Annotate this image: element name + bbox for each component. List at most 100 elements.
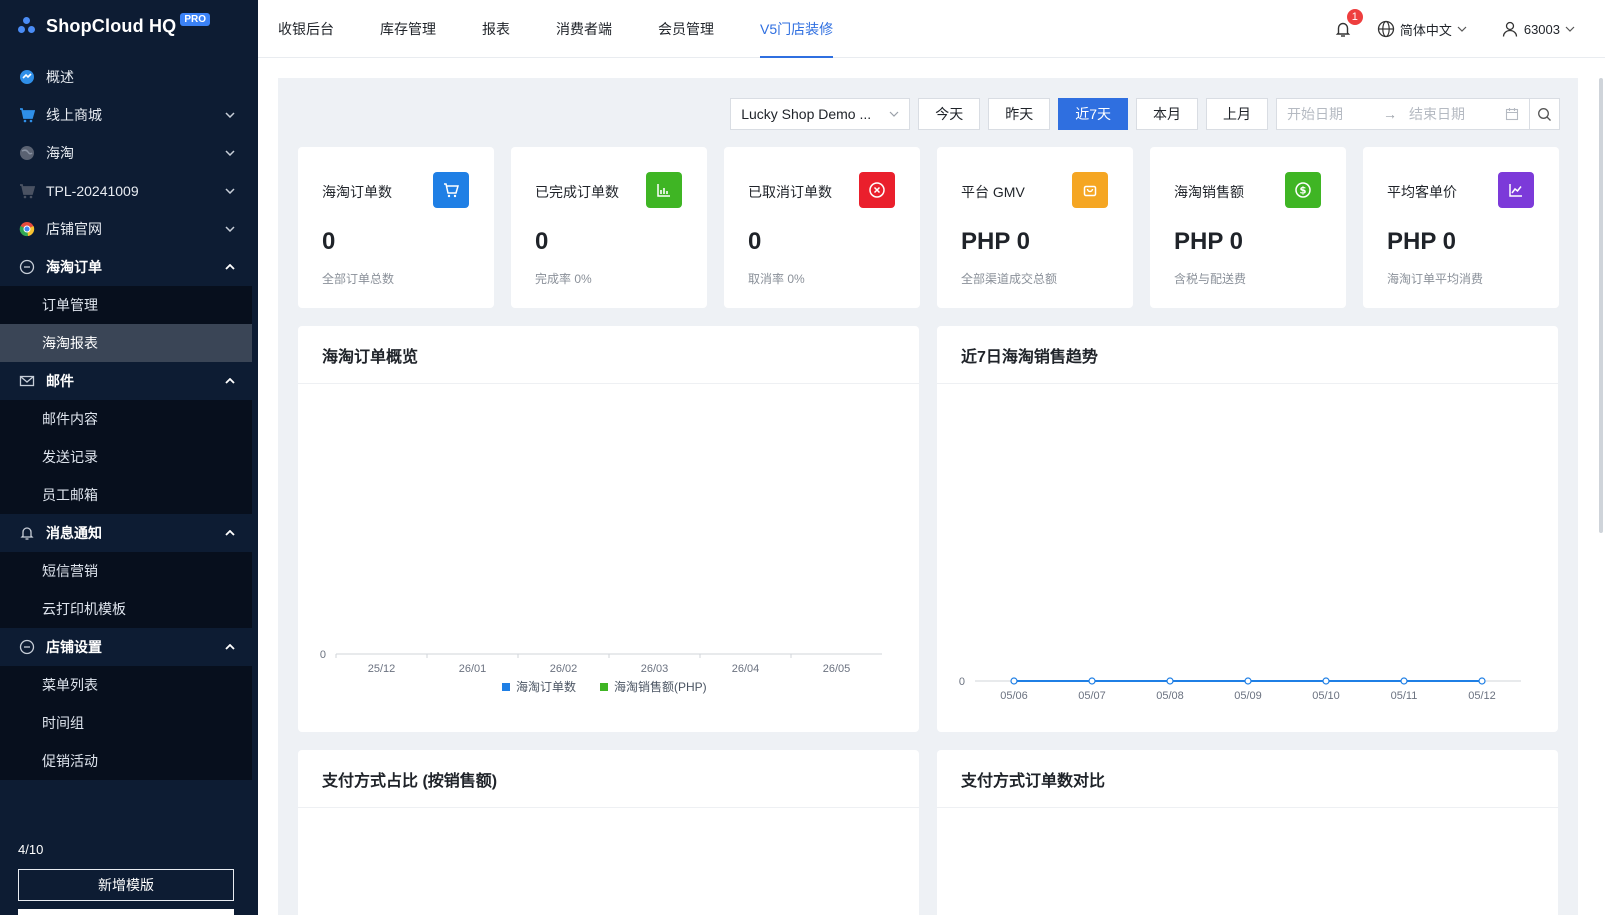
submenu-mail: 邮件内容 发送记录 员工邮箱	[0, 400, 252, 514]
sidebar-item-label: 店铺设置	[46, 639, 102, 655]
panel-title: 支付方式订单数对比	[937, 750, 1558, 808]
tab-store-decoration[interactable]: V5门店装修	[760, 0, 856, 58]
sidebar-subitem-send-records[interactable]: 发送记录	[0, 438, 252, 476]
submenu-notifications: 短信营销 云打印机模板	[0, 552, 252, 628]
pro-badge: PRO	[180, 12, 211, 26]
sidebar-item-label: 概述	[46, 69, 74, 85]
sidebar-item-website[interactable]: 店铺官网	[0, 210, 258, 248]
bag-icon	[1072, 172, 1108, 208]
sidebar-item-label: 消息通知	[46, 525, 102, 541]
x-tick-label: 05/07	[1078, 690, 1106, 702]
sidebar-subitem-order-management[interactable]: 订单管理	[0, 286, 252, 324]
tab-cashier[interactable]: 收银后台	[278, 0, 357, 58]
sidebar-item-tpl[interactable]: TPL-20241009	[0, 172, 258, 210]
sidebar-item-overview[interactable]: 概述	[0, 58, 258, 96]
language-selector[interactable]: 简体中文	[1377, 20, 1467, 39]
sidebar-subitem-sms-marketing[interactable]: 短信营销	[0, 552, 252, 590]
sidebar-item-online-mall[interactable]: 线上商城	[0, 96, 258, 134]
minus-circle-icon	[18, 638, 36, 656]
submenu-haitao-orders: 订单管理 海淘报表	[0, 286, 252, 362]
panel-title: 近7日海淘销售趋势	[937, 326, 1558, 384]
chevron-up-icon	[224, 261, 236, 273]
x-tick-label: 26/05	[823, 663, 851, 675]
panel-title: 支付方式占比 (按销售额)	[298, 750, 919, 808]
orders-overview-panel: 海淘订单概览 0 25/12 26/01 26/02 26/03 26/04 26/05 海淘…	[298, 326, 919, 732]
bell-icon	[18, 524, 36, 542]
chevron-down-icon	[1565, 26, 1575, 32]
range-last7days-button[interactable]: 近7天	[1058, 98, 1128, 130]
brand-name: ShopCloud HQ	[46, 15, 177, 36]
chevron-down-icon	[224, 147, 236, 159]
end-date-input[interactable]: 结束日期	[1409, 104, 1505, 124]
card-value: PHP 0	[961, 228, 1030, 255]
sales-trend-panel: 近7日海淘销售趋势 0 05/06 05/07 05/08 05/09 05/10 05/1…	[937, 326, 1558, 732]
date-range-arrow: →	[1383, 106, 1397, 122]
user-menu[interactable]: 63003	[1501, 20, 1575, 38]
chevron-up-icon	[224, 527, 236, 539]
card-value: PHP 0	[1174, 228, 1243, 255]
tab-inventory[interactable]: 库存管理	[380, 0, 459, 58]
x-tick-label: 05/06	[1000, 690, 1028, 702]
y-tick-label: 0	[320, 649, 326, 661]
payment-orders-panel: 支付方式订单数对比	[937, 750, 1558, 915]
range-yesterday-button[interactable]: 昨天	[988, 98, 1051, 130]
card-value: 0	[748, 228, 762, 255]
shop-select-value: Lucky Shop Demo ...	[741, 106, 872, 122]
template-count: 4/10	[18, 842, 44, 857]
date-range-picker[interactable]: 开始日期 → 结束日期	[1276, 98, 1530, 130]
range-this-month-button[interactable]: 本月	[1136, 98, 1198, 130]
x-tick-label: 05/11	[1391, 690, 1418, 702]
sidebar-item-store-settings[interactable]: 店铺设置	[0, 628, 258, 666]
chevron-up-icon	[224, 375, 236, 387]
x-tick-label: 26/03	[641, 663, 669, 675]
tab-reports[interactable]: 报表	[482, 0, 533, 58]
brand-logo-icon	[18, 17, 36, 35]
sidebar-item-mail[interactable]: 邮件	[0, 362, 258, 400]
svg-text:$: $	[1300, 186, 1307, 197]
chevron-down-icon	[224, 109, 236, 121]
payment-share-panel: 支付方式占比 (按销售额)	[298, 750, 919, 915]
sidebar-subitem-promotions[interactable]: 促销活动	[0, 742, 252, 780]
shop-select[interactable]: Lucky Shop Demo ...	[730, 98, 911, 130]
close-circle-icon	[859, 172, 895, 208]
range-last-month-button[interactable]: 上月	[1206, 98, 1268, 130]
chevron-down-icon	[1457, 26, 1467, 32]
card-subtitle: 含税与配送费	[1174, 272, 1247, 286]
legend-swatch	[502, 683, 510, 691]
orders-overview-chart: 0 25/12 26/01 26/02 26/03 26/04 26/05 海淘订单数 海淘销售…	[320, 649, 882, 694]
start-date-input[interactable]: 开始日期	[1287, 104, 1343, 124]
kpi-card-orders: 海淘订单数 0 全部订单总数	[298, 147, 494, 308]
tab-consumer[interactable]: 消费者端	[556, 0, 635, 58]
x-tick-label: 26/02	[550, 663, 578, 675]
range-today-button[interactable]: 今天	[918, 98, 981, 130]
search-icon	[1538, 107, 1551, 121]
sidebar-item-notifications[interactable]: 消息通知	[0, 514, 258, 552]
sidebar-subitem-haitao-report[interactable]: 海淘报表	[0, 324, 252, 362]
brand[interactable]: ShopCloud HQ PRO	[0, 0, 258, 52]
secondary-button[interactable]	[18, 909, 234, 915]
sidebar-item-label: 邮件	[46, 373, 74, 389]
kpi-cards: 海淘订单数 0 全部订单总数 已完成订单数 0 完成率 0% 已取消订单数 0 …	[298, 147, 1559, 308]
sidebar-subitem-staff-mailbox[interactable]: 员工邮箱	[0, 476, 252, 514]
sidebar-subitem-time-group[interactable]: 时间组	[0, 704, 252, 742]
sidebar-item-label: 店铺官网	[46, 221, 102, 237]
sidebar-subitem-printer-template[interactable]: 云打印机模板	[0, 590, 252, 628]
sidebar-item-haitao[interactable]: 海淘	[0, 134, 258, 172]
main-content: Lucky Shop Demo ... 今天 昨天 近7天 本月 上月 开始日期…	[278, 78, 1578, 915]
dollar-icon: $	[1285, 172, 1321, 208]
add-template-button[interactable]: 新增模版	[18, 869, 234, 901]
sidebar-item-haitao-orders[interactable]: 海淘订单	[0, 248, 258, 286]
language-label: 简体中文	[1399, 22, 1452, 38]
tab-members[interactable]: 会员管理	[658, 0, 737, 58]
scrollbar-thumb[interactable]	[1599, 78, 1603, 533]
sidebar-subitem-menu-list[interactable]: 菜单列表	[0, 666, 252, 704]
notification-bell[interactable]: 1	[1331, 8, 1364, 41]
legend-swatch	[600, 683, 608, 691]
top-right-actions: 1 简体中文 63003	[1331, 0, 1605, 58]
page-scrollbar[interactable]	[1578, 58, 1605, 915]
user-id: 63003	[1523, 21, 1560, 37]
data-point	[1088, 677, 1096, 685]
x-tick-label: 05/10	[1312, 690, 1340, 702]
sidebar-subitem-mail-content[interactable]: 邮件内容	[0, 400, 252, 438]
search-button[interactable]	[1530, 98, 1560, 130]
